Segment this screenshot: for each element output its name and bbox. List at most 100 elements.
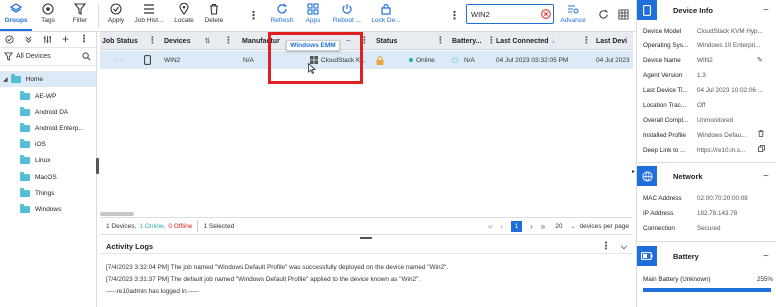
column-header-devices[interactable]: Devices ⇅ — [164, 32, 210, 50]
column-menu-icon[interactable]: ⋮ — [487, 35, 496, 46]
search-icon[interactable] — [82, 52, 91, 61]
chevron-down-icon[interactable]: ⌄ — [570, 223, 575, 230]
tree-item-group[interactable]: Things — [20, 185, 55, 201]
minimize-icon[interactable]: − — [763, 5, 776, 16]
select-all-icon[interactable] — [5, 35, 14, 44]
device-name-cell[interactable]: WIN2 — [164, 51, 180, 69]
collapse-icon[interactable] — [24, 35, 33, 44]
online-count: 1 Online, — [139, 222, 166, 230]
tree-item-group[interactable]: Android Enterp... — [20, 120, 84, 136]
grid-view-icon[interactable] — [618, 9, 629, 20]
copy-icon[interactable] — [758, 145, 765, 152]
more-options-icon[interactable]: ⋮ — [601, 241, 611, 252]
device-details-panel: Device Info − Device Model CloudStack KVM… — [636, 0, 776, 307]
add-group-icon[interactable]: + — [62, 33, 69, 45]
more-options-icon[interactable]: ⋮ — [79, 34, 89, 45]
more-actions-icon[interactable]: ⋮ — [449, 9, 460, 22]
apply-label: Apply — [107, 17, 125, 24]
reboot-button[interactable]: Reboot ... — [331, 3, 363, 24]
delete-button[interactable]: Delete — [198, 3, 230, 24]
more-actions-icon[interactable]: ⋮ — [248, 9, 259, 22]
minimize-icon[interactable]: − — [763, 171, 776, 182]
search-input[interactable] — [467, 5, 531, 23]
info-value: 1.3 — [697, 72, 706, 80]
group-sidebar: + ⋮ All Devices ◢ Home AE-WP Android DA An… — [0, 32, 97, 307]
tree-item-group[interactable]: Android DA — [20, 104, 68, 120]
tree-item-group[interactable]: iOS — [20, 137, 46, 153]
info-row: Last Device Ti... 04 Jul 2023 10:02:06 ..… — [643, 85, 773, 97]
sidebar-resize-handle[interactable] — [96, 158, 99, 174]
expand-panel-icon[interactable]: ▸ — [632, 168, 635, 175]
info-row: Installed Profile Windows Defau... — [643, 129, 773, 141]
sort-icon[interactable]: ⇅ — [204, 37, 210, 45]
info-row: Agent Version 1.3 — [643, 70, 773, 82]
info-key: Last Device Ti... — [643, 87, 688, 95]
all-devices-row[interactable]: All Devices — [0, 48, 96, 66]
advance-search-icon — [568, 5, 579, 14]
advance-search-button[interactable]: Advance — [557, 3, 589, 24]
apps-button[interactable]: Apps — [297, 3, 329, 24]
filter-icon — [4, 52, 13, 61]
folder-icon — [20, 122, 30, 132]
horizontal-scrollbar[interactable] — [100, 212, 134, 216]
tree-item-group[interactable]: MacOS — [20, 169, 57, 185]
power-icon — [342, 4, 352, 14]
edit-pencil-icon[interactable]: ✎ — [757, 56, 763, 64]
tree-item-group[interactable]: AE-WP — [20, 88, 56, 104]
clear-search-icon[interactable] — [541, 9, 551, 19]
per-page-value[interactable]: 20 — [555, 223, 562, 230]
folder-icon — [20, 90, 30, 100]
tree-item-group[interactable]: Linux — [20, 153, 51, 169]
first-page-icon[interactable]: « — [488, 222, 492, 231]
trash-icon — [210, 3, 218, 15]
column-header-job-status[interactable]: Job Status — [102, 32, 138, 50]
column-menu-icon[interactable]: ⋮ — [148, 35, 157, 46]
groups-icon — [10, 3, 22, 13]
folder-icon — [20, 106, 30, 116]
info-value: 02:00:70:20:00:08 — [697, 194, 748, 202]
os-tooltip: Windows EMM — [286, 40, 340, 51]
log-line: [7/4/2023 3:32:04 PM] The job named "Win… — [106, 264, 449, 271]
column-menu-icon[interactable]: ⋮ — [224, 35, 233, 46]
info-value: Off — [697, 102, 706, 109]
sort-down-icon[interactable]: ↓ — [552, 38, 556, 45]
column-header-status[interactable]: Status — [376, 32, 397, 50]
tree-item-home[interactable]: ◢ Home — [0, 71, 96, 87]
column-header-battery[interactable]: Battery... — [452, 32, 481, 50]
sync-icon[interactable] — [598, 9, 609, 20]
refresh-button[interactable]: Refresh — [266, 3, 298, 24]
tags-tab[interactable]: Tags — [32, 3, 64, 24]
filter-tab[interactable]: Filter — [64, 3, 96, 24]
battery-header[interactable]: Battery − — [637, 246, 776, 266]
column-menu-icon[interactable]: ⋮ — [582, 35, 591, 46]
lock-device-button[interactable]: Lock De... — [370, 3, 402, 24]
table-row[interactable]: ○ ○ WIN2 N/A CloudStack K... Online ▢ N/… — [100, 51, 633, 69]
device-info-header[interactable]: Device Info − — [637, 0, 776, 20]
column-header-last-device[interactable]: Last Devi — [596, 32, 627, 50]
next-page-icon[interactable]: › — [530, 222, 533, 231]
current-page[interactable]: 1 — [511, 220, 523, 232]
trash-icon[interactable] — [758, 130, 764, 137]
minimize-icon[interactable]: − — [763, 251, 776, 262]
settings-sliders-icon[interactable] — [43, 35, 52, 44]
expand-arrow-icon[interactable]: ◢ — [3, 76, 8, 83]
network-header[interactable]: Network − — [637, 166, 776, 186]
job-history-button[interactable]: Job Hist... — [133, 3, 165, 24]
prev-page-icon[interactable]: ‹ — [500, 222, 503, 231]
collapse-chevron-icon[interactable]: ⌵ — [621, 242, 627, 252]
manufacturer-cell: N/A — [243, 56, 254, 64]
panel-resize-handle[interactable] — [360, 237, 372, 239]
groups-tab-label: Groups — [4, 17, 28, 24]
tree-item-group[interactable]: Windows — [20, 201, 61, 217]
info-key: Overall Compl... — [643, 116, 689, 124]
column-header-last-connected[interactable]: Last Connected ↓ — [496, 32, 555, 50]
info-row: Deep Link to ... https://re10.in.s... — [643, 144, 773, 156]
column-menu-icon[interactable]: ⋮ — [436, 35, 445, 46]
locate-button[interactable]: Locate — [168, 3, 200, 24]
apply-button[interactable]: Apply — [100, 3, 132, 24]
last-page-icon[interactable]: » — [541, 222, 545, 231]
tree-item-label: Home — [25, 75, 43, 83]
groups-tab[interactable]: Groups — [0, 0, 32, 31]
status-cell: Online — [416, 56, 435, 64]
log-line: -----re10admin has logged in.----- — [106, 288, 200, 295]
